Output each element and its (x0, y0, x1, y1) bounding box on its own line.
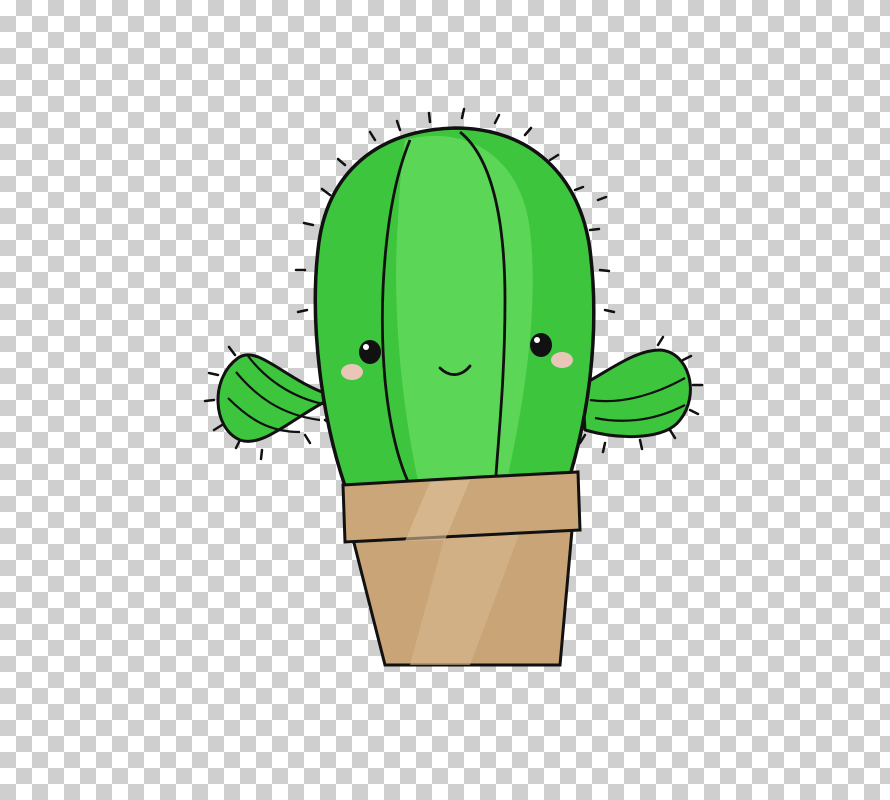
cactus-illustration (203, 107, 704, 667)
left-eye-shine (363, 344, 369, 350)
right-arm (580, 348, 692, 438)
right-eye-shine (534, 337, 540, 343)
body-highlight (396, 135, 533, 490)
right-eye (530, 333, 552, 357)
left-eye (359, 340, 381, 364)
left-blush (341, 364, 363, 380)
right-blush (551, 352, 573, 368)
checkerboard-background (0, 0, 890, 800)
